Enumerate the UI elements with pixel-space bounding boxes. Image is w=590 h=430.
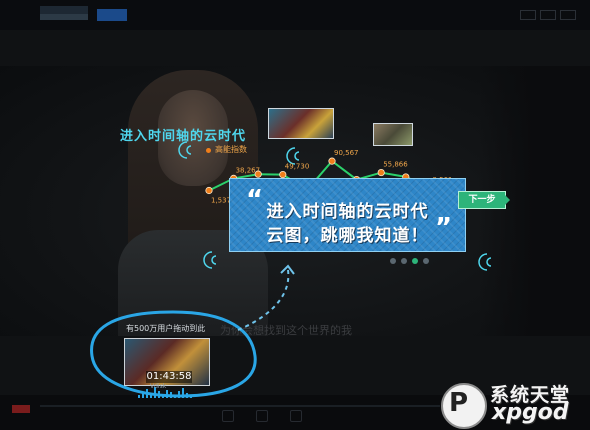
equalizer-bar bbox=[146, 389, 148, 398]
tour-card-line-1: 进入时间轴的云时代 bbox=[266, 202, 429, 222]
chart-data-label: 55,866 bbox=[383, 161, 408, 169]
equalizer-bar bbox=[186, 393, 188, 398]
preview-time: 01:43:58 bbox=[146, 371, 192, 383]
page-dot-2[interactable] bbox=[401, 258, 407, 264]
sound-wave-arc bbox=[186, 145, 192, 155]
sound-wave-arc bbox=[203, 251, 213, 269]
equalizer-bar bbox=[162, 394, 164, 398]
page-dot-1[interactable] bbox=[390, 258, 396, 264]
equalizer-bar bbox=[138, 395, 140, 398]
chart-data-label: 90,567 bbox=[334, 149, 359, 157]
sound-wave-arc bbox=[211, 255, 217, 265]
onboarding-overlay: 进入时间轴的云时代 高能指数 1,53738,26751,05849,7303,… bbox=[0, 0, 590, 430]
tour-card-line-2: 云图，跳哪我知道！ bbox=[266, 226, 429, 246]
preview-hint: 有500万用户拖动到此 bbox=[126, 324, 206, 333]
equalizer-bar bbox=[178, 391, 180, 398]
equalizer-bar bbox=[174, 395, 176, 398]
site-name-en: xpgod bbox=[492, 400, 569, 425]
sound-wave-arc bbox=[486, 257, 492, 267]
chart-point[interactable] bbox=[328, 157, 336, 165]
equalizer-bar bbox=[150, 393, 152, 398]
equalizer-bar bbox=[158, 391, 160, 398]
next-step-button[interactable]: 下一步 bbox=[458, 191, 506, 209]
quote-close: ” bbox=[435, 213, 453, 243]
chart-point[interactable] bbox=[377, 168, 385, 177]
sound-wave-arc bbox=[178, 141, 188, 159]
dashed-arrow bbox=[237, 269, 290, 331]
page-dot-4[interactable] bbox=[423, 258, 429, 264]
page-dots bbox=[390, 258, 440, 266]
app-window: 为你会想找到这个世界的我 进入时间轴的云时代 高能指数 1,53738,2675… bbox=[0, 0, 590, 430]
preview-sub: Vdisk bbox=[150, 383, 167, 390]
equalizer-bar bbox=[190, 395, 192, 398]
chart-point[interactable] bbox=[254, 170, 262, 178]
sound-wave-arc bbox=[478, 253, 488, 271]
tour-card: “ 进入时间轴的云时代 云图，跳哪我知道！ ” bbox=[229, 178, 466, 252]
page-dot-3[interactable] bbox=[412, 258, 418, 264]
equalizer-bar bbox=[170, 392, 172, 398]
chart-point[interactable] bbox=[205, 186, 213, 195]
equalizer-bar bbox=[166, 390, 168, 398]
chart-data-label: 49,730 bbox=[285, 163, 310, 171]
site-logo-letter: P bbox=[449, 388, 469, 418]
next-arrow-icon bbox=[503, 193, 510, 207]
equalizer-bar bbox=[142, 392, 144, 398]
chart-point[interactable] bbox=[279, 170, 287, 179]
equalizer-bar bbox=[182, 388, 184, 398]
sound-wave-arc bbox=[294, 151, 300, 161]
